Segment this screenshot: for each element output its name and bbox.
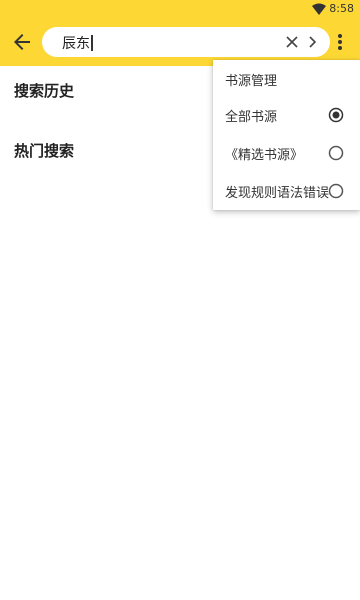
search-input-value[interactable]: 辰东 <box>62 33 93 53</box>
status-bar: 8:58 <box>0 0 360 18</box>
close-icon[interactable] <box>284 34 300 50</box>
search-input[interactable]: 辰东 <box>42 27 330 57</box>
arrow-back-icon[interactable] <box>10 30 34 54</box>
more-vert-icon[interactable] <box>328 30 352 54</box>
wifi-icon <box>312 3 326 15</box>
menu-item-label: 全部书源 <box>225 110 278 125</box>
menu-item-featured-sources[interactable]: 《精选书源》 <box>213 134 360 172</box>
menu-item-all-sources[interactable]: 全部书源 <box>213 96 360 134</box>
menu-item-label: 书源管理 <box>225 74 278 89</box>
menu-item-label: 发现规则语法错误 <box>225 186 330 201</box>
overflow-menu: 书源管理 全部书源 《精选书源》 发现规则语法错误 <box>213 60 360 210</box>
search-history-title: 搜索历史 <box>14 82 75 100</box>
text-caret <box>91 35 93 51</box>
radio-unchecked-icon[interactable] <box>328 145 344 161</box>
radio-checked-icon[interactable] <box>328 107 344 123</box>
hot-search-title: 热门搜索 <box>14 142 75 160</box>
chevron-right-icon[interactable] <box>304 34 320 50</box>
menu-item-label: 《精选书源》 <box>225 148 304 163</box>
search-toolbar: 辰东 <box>0 18 360 66</box>
status-time: 8:58 <box>329 2 354 15</box>
menu-item-source-management[interactable]: 书源管理 <box>213 60 360 98</box>
menu-item-rule-syntax-error[interactable]: 发现规则语法错误 <box>213 172 360 210</box>
radio-unchecked-icon[interactable] <box>328 183 344 199</box>
